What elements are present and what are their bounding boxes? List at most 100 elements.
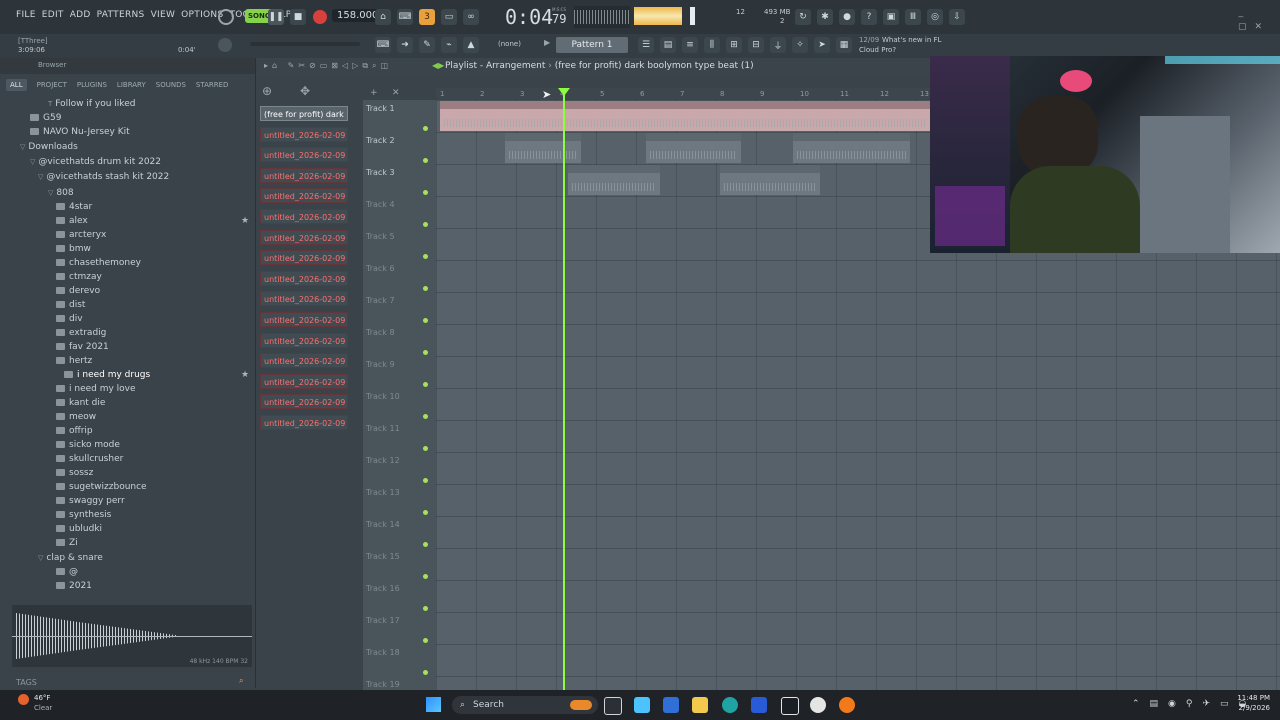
browser-item[interactable]: 2021 [56, 581, 92, 591]
fl-studio-icon[interactable] [839, 697, 855, 713]
browser-item[interactable]: sugetwizzbounce [56, 482, 147, 492]
track-mute-led[interactable] [423, 222, 428, 227]
star-icon[interactable]: ★ [241, 370, 249, 380]
windows-start-icon[interactable] [426, 697, 441, 712]
wait-input-icon[interactable]: ⌨ [397, 9, 413, 25]
track-header[interactable]: Track 14 [366, 520, 426, 529]
plug-icon[interactable]: ⏚ [770, 37, 786, 53]
mixer-window-icon[interactable]: ⫼ [704, 37, 720, 53]
browser-tab-library[interactable]: LIBRARY [117, 81, 146, 89]
app-icon[interactable] [810, 697, 826, 713]
browser-item[interactable]: chasethemoney [56, 258, 141, 268]
track-header[interactable]: Track 17 [366, 616, 426, 625]
playhead-marker[interactable] [558, 88, 570, 96]
mixer-icon[interactable]: Ⅲ [905, 9, 921, 25]
piano-roll-icon[interactable]: ▤ [660, 37, 676, 53]
pause-button[interactable]: ❚❚ [268, 9, 284, 25]
track-header[interactable]: Track 19 [366, 680, 426, 689]
browser-item[interactable]: ▽ 808 [48, 188, 74, 198]
track-mute-led[interactable] [423, 574, 428, 579]
track-mute-led[interactable] [423, 446, 428, 451]
channel-item[interactable]: untitled_2026-02-09 23- [260, 415, 348, 430]
track-mute-led[interactable] [423, 126, 428, 131]
track-mute-led[interactable] [423, 638, 428, 643]
track-header[interactable]: Track 3 [366, 168, 426, 177]
track-header[interactable]: Track 8 [366, 328, 426, 337]
browser-item[interactable]: ubludki [56, 524, 102, 534]
stop-button[interactable]: ■ [290, 9, 306, 25]
browser-tab-plugins[interactable]: PLUGINS [77, 81, 107, 89]
recording-dial-icon[interactable] [218, 9, 234, 25]
close-icon[interactable]: ✕ [392, 88, 400, 98]
browser-item[interactable]: synthesis [56, 510, 111, 520]
browser-item[interactable]: i need my love [56, 384, 136, 394]
playlist-clip[interactable]: untitled_2026-02...V...vocal main [793, 133, 910, 163]
track-mute-led[interactable] [423, 670, 428, 675]
taskbar-search[interactable]: ⌕ Search [452, 696, 598, 714]
track-header[interactable]: Track 13 [366, 488, 426, 497]
channel-item[interactable]: untitled_2026-02-09 23- [260, 312, 348, 327]
channel-item[interactable]: (free for profit) dark [260, 106, 348, 121]
cursor-icon[interactable]: ➤ [814, 37, 830, 53]
snap-selector[interactable]: (none) [498, 40, 521, 48]
add-track-icon[interactable]: + [370, 88, 378, 98]
countdown-icon[interactable]: 3 [419, 9, 435, 25]
channel-item[interactable]: untitled_2026-02-09 23- [260, 167, 348, 183]
track-mute-led[interactable] [423, 158, 428, 163]
channel-item[interactable]: untitled_2026-02-09 23- [260, 332, 348, 348]
template-icon[interactable]: ▦ [836, 37, 852, 53]
channel-item[interactable]: untitled_2026-02-09 23- [260, 126, 348, 142]
task-view-icon[interactable] [604, 697, 622, 715]
menu-edit[interactable]: EDIT [42, 10, 64, 20]
browser-icon[interactable]: ⊟ [748, 37, 764, 53]
channel-item[interactable]: untitled_2026-02-09 23- [260, 373, 348, 389]
stamp-icon[interactable]: ▲ [463, 37, 479, 53]
download-icon[interactable]: ⇩ [949, 9, 965, 25]
channel-item[interactable]: untitled_2026-02-09 23- [260, 394, 348, 410]
obs-icon[interactable] [781, 697, 799, 715]
master-pitch-slider[interactable] [250, 42, 360, 46]
browser-item[interactable]: kant die [56, 398, 105, 408]
track-mute-led[interactable] [423, 414, 428, 419]
track-header[interactable]: Track 9 [366, 360, 426, 369]
track-mute-led[interactable] [423, 478, 428, 483]
browser-item[interactable]: ▽ @vicethatds stash kit 2022 [38, 172, 169, 182]
pattern-selector[interactable]: Pattern 1 [556, 37, 628, 53]
channel-item[interactable]: untitled_2026-02-09 23- [260, 147, 348, 163]
browser-tab-project[interactable]: PROJECT [37, 81, 67, 89]
browser-tab-sounds[interactable]: SOUNDS [156, 81, 186, 89]
help-icon[interactable]: ? [861, 9, 877, 25]
track-header[interactable]: Track 7 [366, 296, 426, 305]
news-line-1[interactable]: What's new in FL [882, 36, 941, 44]
browser-tab-all[interactable]: ALL [6, 79, 27, 91]
browser-item[interactable]: offrip [56, 426, 93, 436]
playlist-clip[interactable]: (free for profit) dark boolymon type bea… [440, 101, 930, 131]
track-mute-led[interactable] [423, 382, 428, 387]
record-button[interactable] [313, 10, 327, 24]
browser-item[interactable]: fav 2021 [56, 342, 109, 352]
channel-item[interactable]: untitled_2026-02-09 23- [260, 270, 348, 286]
link-icon[interactable]: ⌁ [441, 37, 457, 53]
menu-patterns[interactable]: PATTERNS [97, 10, 145, 20]
pencil-icon[interactable]: ✎ [419, 37, 435, 53]
outlook-icon[interactable] [663, 697, 679, 713]
browser-item[interactable]: i need my drugs [64, 370, 150, 380]
browser-item[interactable]: meow [56, 412, 96, 422]
track-header[interactable]: Track 15 [366, 552, 426, 561]
window-controls[interactable]: ‒▢✕ [1238, 12, 1280, 32]
add-channel-icon[interactable]: ⊕ [262, 84, 272, 98]
playhead[interactable] [563, 90, 565, 690]
channel-item[interactable]: untitled_2026-02-09 23- [260, 250, 348, 266]
browser-item[interactable]: alex [56, 216, 88, 226]
master-volume-knob[interactable] [218, 38, 232, 52]
track-header[interactable]: Track 2 [366, 136, 426, 145]
browser-item[interactable]: dist [56, 300, 85, 310]
browser-item[interactable]: sossz [56, 468, 93, 478]
browser-item[interactable]: T Follow if you liked [48, 99, 135, 109]
playlist-clip[interactable]: untitled_202...08_vocal main [646, 133, 741, 163]
browser-item[interactable]: div [56, 314, 83, 324]
weather-temp[interactable]: 46°F [34, 694, 50, 702]
track-mute-led[interactable] [423, 190, 428, 195]
loop-record-icon[interactable]: ∞ [463, 9, 479, 25]
track-header[interactable]: Track 10 [366, 392, 426, 401]
